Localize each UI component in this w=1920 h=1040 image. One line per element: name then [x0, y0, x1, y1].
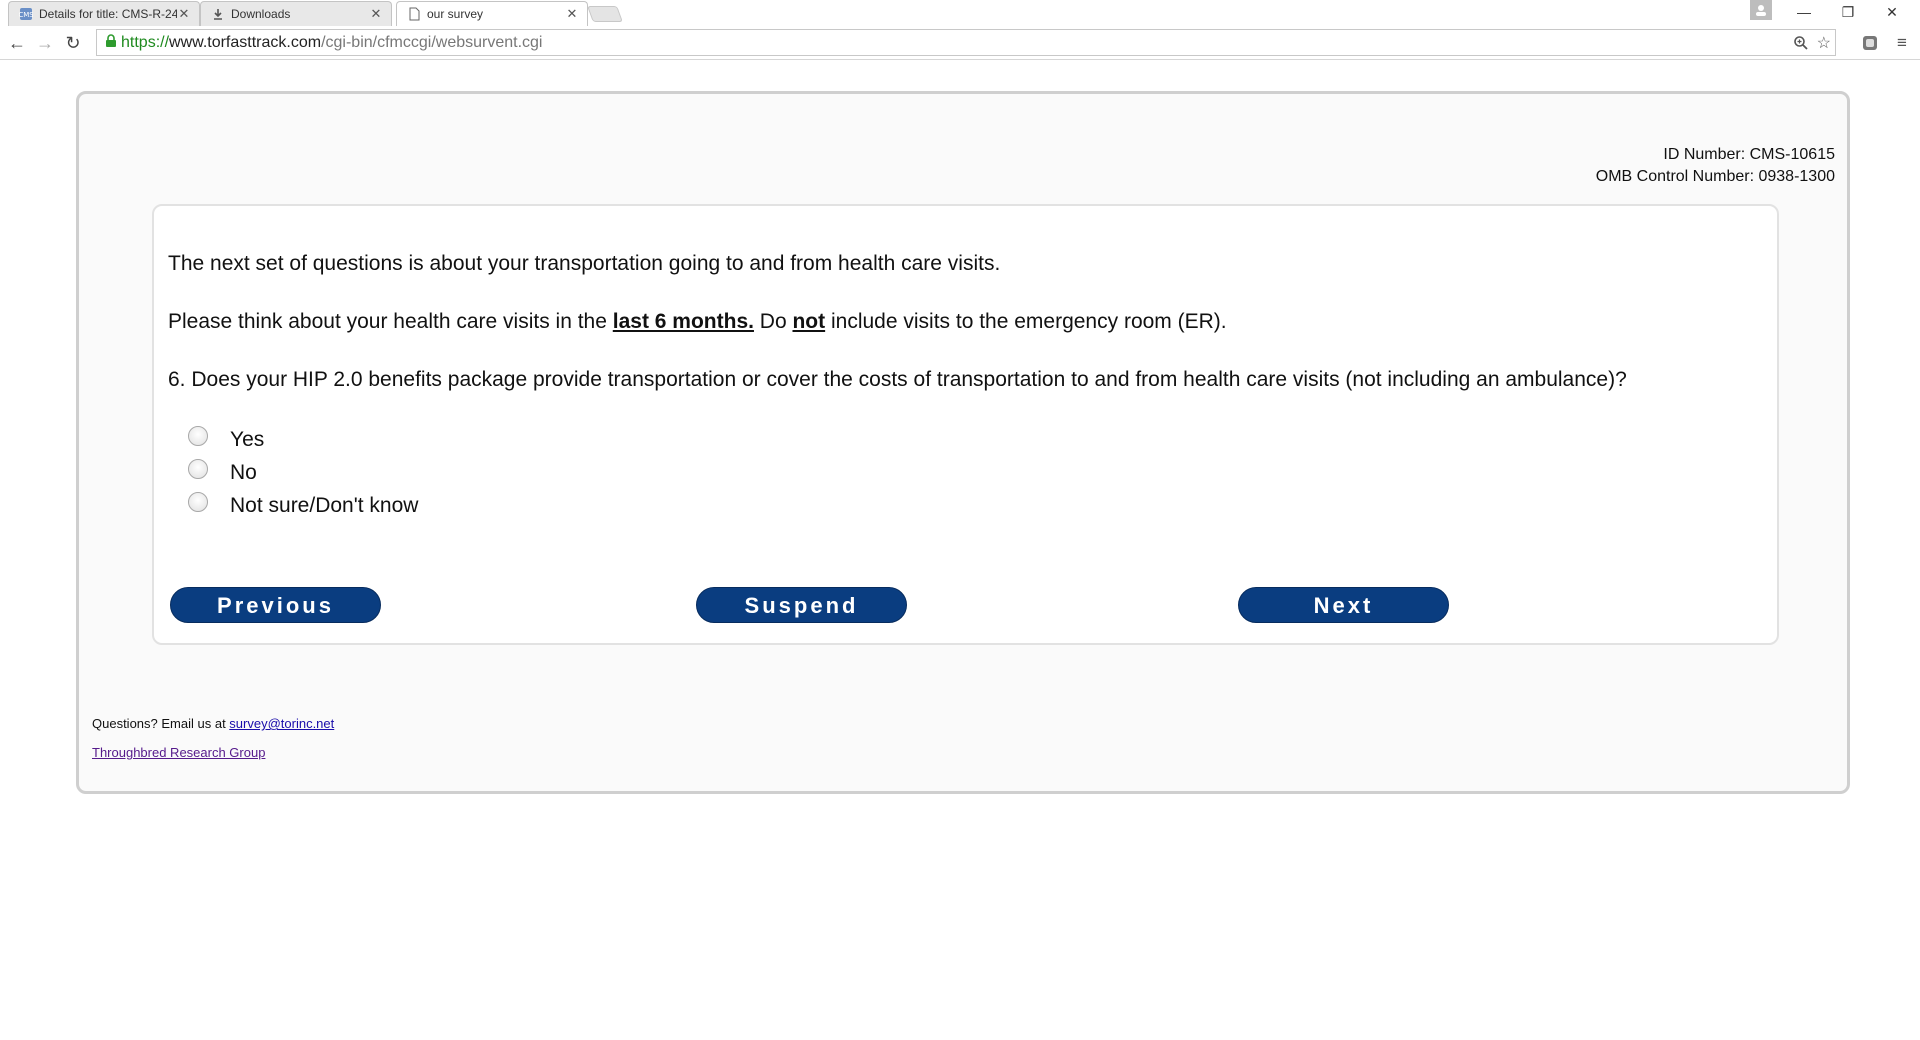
close-icon[interactable]: ✕ [177, 7, 191, 21]
option-label[interactable]: Not sure/Don't know [230, 494, 418, 518]
radio-yes[interactable] [188, 426, 208, 446]
close-icon[interactable]: ✕ [369, 7, 383, 21]
url-scheme: https:// [121, 33, 170, 51]
previous-button[interactable]: Previous [170, 587, 381, 623]
address-bar[interactable]: https://www.torfasttrack.com/cgi-bin/cfm… [96, 29, 1836, 56]
id-number: ID Number: CMS-10615 [1663, 146, 1835, 163]
questions-line: Questions? Email us at survey@torinc.net [92, 716, 334, 731]
org-line: Throughbred Research Group [92, 745, 265, 760]
emphasis-last-6-months: last 6 months. [612, 310, 754, 333]
option-not-sure[interactable]: Not sure/Don't know [188, 492, 418, 517]
option-label[interactable]: Yes [230, 428, 264, 452]
restore-icon[interactable]: ❐ [1826, 0, 1870, 24]
tab-strip: CMS Details for title: CMS-R-24 ✕ Downlo… [0, 0, 1920, 26]
bookmark-star-icon[interactable]: ☆ [1817, 30, 1831, 57]
question-card: The next set of questions is about your … [152, 204, 1779, 645]
zoom-icon[interactable] [1793, 30, 1809, 60]
new-tab-button[interactable] [587, 6, 623, 22]
radio-not-sure[interactable] [188, 492, 208, 512]
tab-title: Details for title: CMS-R-24 [39, 7, 177, 21]
tab-title: our survey [427, 7, 484, 21]
url-host: www.torfasttrack.com [169, 33, 322, 51]
tab-downloads[interactable]: Downloads ✕ [200, 1, 392, 26]
form-identifiers: ID Number: CMS-10615 OMB Control Number:… [1596, 144, 1835, 188]
tab-title: Downloads [231, 7, 291, 21]
url-path: /cgi-bin/cfmccgi/websurvent.cgi [321, 33, 543, 51]
instruction-part: Do [753, 310, 793, 333]
close-icon[interactable]: ✕ [565, 7, 579, 21]
instruction-part: include visits to the emergency room (ER… [825, 310, 1227, 333]
svg-text:CMS: CMS [19, 11, 33, 19]
browser-toolbar: ← → ↻ https://www.torfasttrack.com/cgi-b… [0, 26, 1920, 60]
window-close-icon[interactable]: ✕ [1870, 0, 1914, 24]
suspend-button[interactable]: Suspend [696, 587, 907, 623]
extension-icon[interactable] [1858, 31, 1882, 55]
org-link[interactable]: Throughbred Research Group [92, 745, 265, 760]
lock-icon [101, 34, 121, 51]
omb-control-number: OMB Control Number: 0938-1300 [1595, 168, 1835, 185]
next-button[interactable]: Next [1238, 587, 1449, 623]
tab-cms-details[interactable]: CMS Details for title: CMS-R-24 ✕ [8, 1, 200, 26]
page-icon [407, 7, 421, 21]
radio-no[interactable] [188, 459, 208, 479]
page-content: ID Number: CMS-10615 OMB Control Number:… [0, 61, 1920, 1040]
profile-icon[interactable] [1750, 0, 1772, 20]
emphasis-not: not [792, 310, 826, 333]
email-link[interactable]: survey@torinc.net [229, 716, 334, 731]
reload-icon[interactable]: ↻ [60, 31, 86, 55]
question-text: 6. Does your HIP 2.0 benefits package pr… [168, 368, 1627, 391]
questions-prefix: Questions? Email us at [92, 716, 230, 731]
survey-container: ID Number: CMS-10615 OMB Control Number:… [76, 91, 1850, 794]
instruction-part: Please think about your health care visi… [168, 310, 613, 333]
option-no[interactable]: No [188, 459, 257, 484]
download-icon [211, 7, 225, 21]
cms-favicon-icon: CMS [19, 7, 33, 21]
tab-our-survey[interactable]: our survey ✕ [396, 1, 588, 26]
forward-arrow-icon[interactable]: → [32, 31, 58, 55]
intro-text: The next set of questions is about your … [168, 252, 1001, 275]
back-arrow-icon[interactable]: ← [4, 31, 30, 55]
option-label[interactable]: No [230, 461, 257, 485]
option-yes[interactable]: Yes [188, 426, 264, 451]
minimize-icon[interactable]: — [1782, 0, 1826, 24]
menu-icon[interactable]: ≡ [1890, 31, 1914, 55]
instruction-text: Please think about your health care visi… [168, 310, 1227, 334]
